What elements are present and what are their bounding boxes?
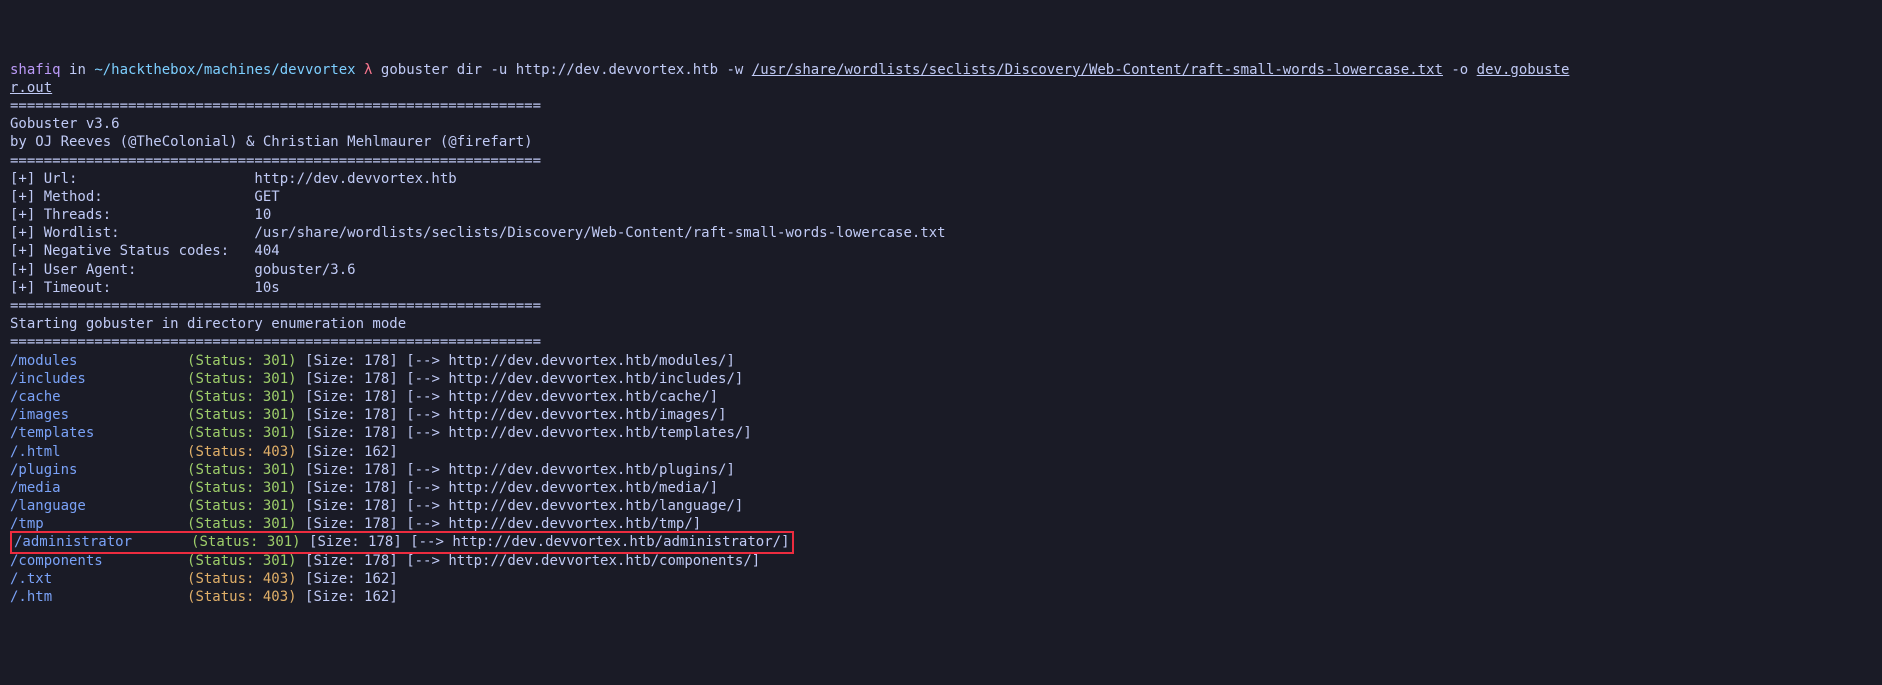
result-size: [Size: 178] [305,371,398,387]
result-row: /.htm (Status: 403) [Size: 162] [10,588,1872,606]
result-path: /includes [10,371,86,387]
config-row: [+] Timeout: 10s [10,279,1872,297]
result-size: [Size: 178] [305,480,398,496]
result-size: [Size: 178] [309,534,402,550]
result-row: /includes (Status: 301) [Size: 178] [-->… [10,370,1872,388]
result-path: /media [10,480,61,496]
result-status: (Status: 301) [187,425,297,441]
result-size: [Size: 178] [305,425,398,441]
result-status: (Status: 301) [187,353,297,369]
terminal-output[interactable]: shafiq in ~/hackthebox/machines/devvorte… [10,61,1872,607]
result-size: [Size: 162] [305,589,398,605]
result-size: [Size: 178] [305,516,398,532]
result-status: (Status: 403) [187,444,297,460]
starting-line: Starting gobuster in directory enumerati… [10,315,1872,333]
result-path: /components [10,553,103,569]
result-redirect: [--> http://dev.devvortex.htb/administra… [410,534,789,550]
result-redirect: [--> http://dev.devvortex.htb/language/] [406,498,743,514]
command-wordlist: /usr/share/wordlists/seclists/Discovery/… [752,62,1443,78]
result-size: [Size: 162] [305,444,398,460]
result-row: /.html (Status: 403) [Size: 162] [10,443,1872,461]
result-redirect: [--> http://dev.devvortex.htb/media/] [406,480,718,496]
result-redirect: [--> http://dev.devvortex.htb/cache/] [406,389,718,405]
result-path: /language [10,498,86,514]
result-status: (Status: 301) [187,407,297,423]
command-outfile-part1: dev.gobuste [1477,62,1570,78]
banner-line-1: Gobuster v3.6 [10,115,1872,133]
result-row: /cache (Status: 301) [Size: 178] [--> ht… [10,388,1872,406]
result-path: /modules [10,353,77,369]
result-row: /media (Status: 301) [Size: 178] [--> ht… [10,479,1872,497]
result-row: /plugins (Status: 301) [Size: 178] [--> … [10,461,1872,479]
result-redirect: [--> http://dev.devvortex.htb/plugins/] [406,462,735,478]
result-row: /modules (Status: 301) [Size: 178] [--> … [10,352,1872,370]
result-path: /cache [10,389,61,405]
result-redirect: [--> http://dev.devvortex.htb/components… [406,553,760,569]
config-block: [+] Url: http://dev.devvortex.htb[+] Met… [10,170,1872,297]
result-row: /administrator (Status: 301) [Size: 178]… [10,533,1872,551]
command-outfile-part2: r.out [10,80,52,96]
prompt-user: shafiq [10,62,61,78]
result-status: (Status: 301) [187,371,297,387]
result-redirect: [--> http://dev.devvortex.htb/modules/] [406,353,735,369]
shell-prompt-line: shafiq in ~/hackthebox/machines/devvorte… [10,61,1872,79]
result-path: /templates [10,425,94,441]
result-status: (Status: 301) [187,498,297,514]
config-row: [+] Negative Status codes: 404 [10,242,1872,260]
prompt-in: in [69,62,86,78]
config-row: [+] Threads: 10 [10,206,1872,224]
config-row: [+] Method: GET [10,188,1872,206]
result-redirect: [--> http://dev.devvortex.htb/templates/… [406,425,752,441]
result-size: [Size: 178] [305,553,398,569]
result-path: /.htm [10,589,52,605]
result-status: (Status: 301) [187,516,297,532]
result-path: /administrator [14,534,132,550]
result-size: [Size: 178] [305,407,398,423]
result-status: (Status: 301) [191,534,301,550]
result-status: (Status: 403) [187,589,297,605]
result-path: /.txt [10,571,52,587]
command-mid: -o [1443,62,1477,78]
config-row: [+] Url: http://dev.devvortex.htb [10,170,1872,188]
result-path: /images [10,407,69,423]
result-path: /plugins [10,462,77,478]
result-row: /.txt (Status: 403) [Size: 162] [10,570,1872,588]
config-row: [+] User Agent: gobuster/3.6 [10,261,1872,279]
result-row: /templates (Status: 301) [Size: 178] [--… [10,424,1872,442]
result-size: [Size: 178] [305,462,398,478]
banner-line-2: by OJ Reeves (@TheColonial) & Christian … [10,133,1872,151]
result-status: (Status: 301) [187,553,297,569]
result-size: [Size: 178] [305,353,398,369]
command-text: gobuster dir -u http://dev.devvortex.htb… [381,62,752,78]
result-path: /.html [10,444,61,460]
result-redirect: [--> http://dev.devvortex.htb/includes/] [406,371,743,387]
result-row: /language (Status: 301) [Size: 178] [-->… [10,497,1872,515]
prompt-path: ~/hackthebox/machines/devvortex [94,62,355,78]
divider: ========================================… [10,333,1872,351]
result-size: [Size: 178] [305,389,398,405]
shell-prompt-line-2: r.out [10,79,1872,97]
result-status: (Status: 301) [187,389,297,405]
divider: ========================================… [10,97,1872,115]
result-status: (Status: 301) [187,480,297,496]
result-row: /components (Status: 301) [Size: 178] [-… [10,552,1872,570]
result-redirect: [--> http://dev.devvortex.htb/images/] [406,407,726,423]
result-status: (Status: 301) [187,462,297,478]
prompt-symbol: λ [364,62,372,78]
highlighted-result: /administrator (Status: 301) [Size: 178]… [10,531,794,553]
config-row: [+] Wordlist: /usr/share/wordlists/secli… [10,224,1872,242]
result-redirect: [--> http://dev.devvortex.htb/tmp/] [406,516,701,532]
result-status: (Status: 403) [187,571,297,587]
result-size: [Size: 162] [305,571,398,587]
divider: ========================================… [10,297,1872,315]
result-row: /images (Status: 301) [Size: 178] [--> h… [10,406,1872,424]
result-size: [Size: 178] [305,498,398,514]
results-block: /modules (Status: 301) [Size: 178] [--> … [10,352,1872,607]
divider: ========================================… [10,152,1872,170]
result-path: /tmp [10,516,44,532]
